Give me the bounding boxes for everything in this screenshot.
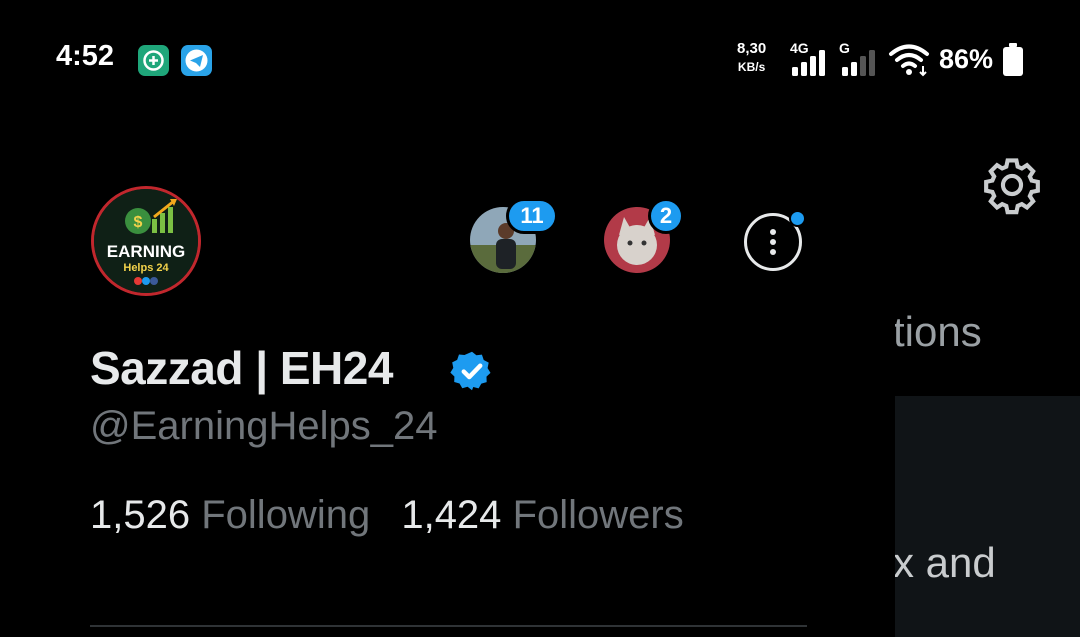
unread-count-badge: 11 — [506, 198, 558, 234]
followers-count: 1,424 — [401, 493, 502, 537]
network-speed-unit: KB/s — [737, 60, 766, 74]
switch-account-avatar[interactable]: 11 — [470, 198, 558, 273]
svg-text:$: $ — [134, 214, 143, 231]
wifi-icon — [889, 44, 929, 77]
background-text: x and — [893, 539, 996, 586]
status-bar: 4:52 8,30 KB/s 4G G 86% — [0, 0, 1080, 120]
profile-drawer: $ EARNING Helps 24 11 2 Sazzad | EH24 @E… — [0, 120, 895, 637]
followers-link[interactable]: 1,424 Followers — [401, 493, 703, 537]
network-speed-value: 8,30 — [737, 40, 767, 57]
gear-icon[interactable] — [981, 154, 1043, 216]
follow-stats: 1,526 Following 1,424 Followers — [90, 493, 704, 538]
background-card — [895, 396, 1080, 637]
message-plus-icon — [138, 45, 169, 76]
followers-label: Followers — [512, 493, 684, 537]
following-count: 1,526 — [90, 493, 191, 537]
background-tab-label: tions — [893, 308, 982, 355]
more-vertical-icon[interactable] — [744, 210, 806, 271]
divider — [90, 625, 807, 627]
network-speed: 8,30 KB/s — [737, 40, 766, 76]
verified-badge-icon — [450, 351, 491, 391]
avatar-logo-text: EARNING — [107, 242, 185, 261]
status-time: 4:52 — [56, 40, 115, 72]
profile-handle: @EarningHelps_24 — [90, 404, 438, 448]
signal-icon — [792, 50, 825, 76]
following-link[interactable]: 1,526 Following — [90, 493, 390, 537]
profile-avatar[interactable]: $ EARNING Helps 24 — [91, 186, 201, 296]
avatar-logo-subtext: Helps 24 — [123, 262, 169, 274]
signal-icon — [842, 50, 875, 76]
following-label: Following — [201, 493, 371, 537]
unread-count-badge: 2 — [648, 198, 684, 234]
profile-display-name[interactable]: Sazzad | EH24 — [90, 341, 393, 395]
notification-dot — [789, 210, 806, 227]
battery-percent: 86% — [939, 44, 994, 74]
telegram-icon — [181, 45, 212, 76]
battery-icon — [1003, 43, 1023, 76]
switch-account-avatar[interactable]: 2 — [604, 198, 684, 273]
